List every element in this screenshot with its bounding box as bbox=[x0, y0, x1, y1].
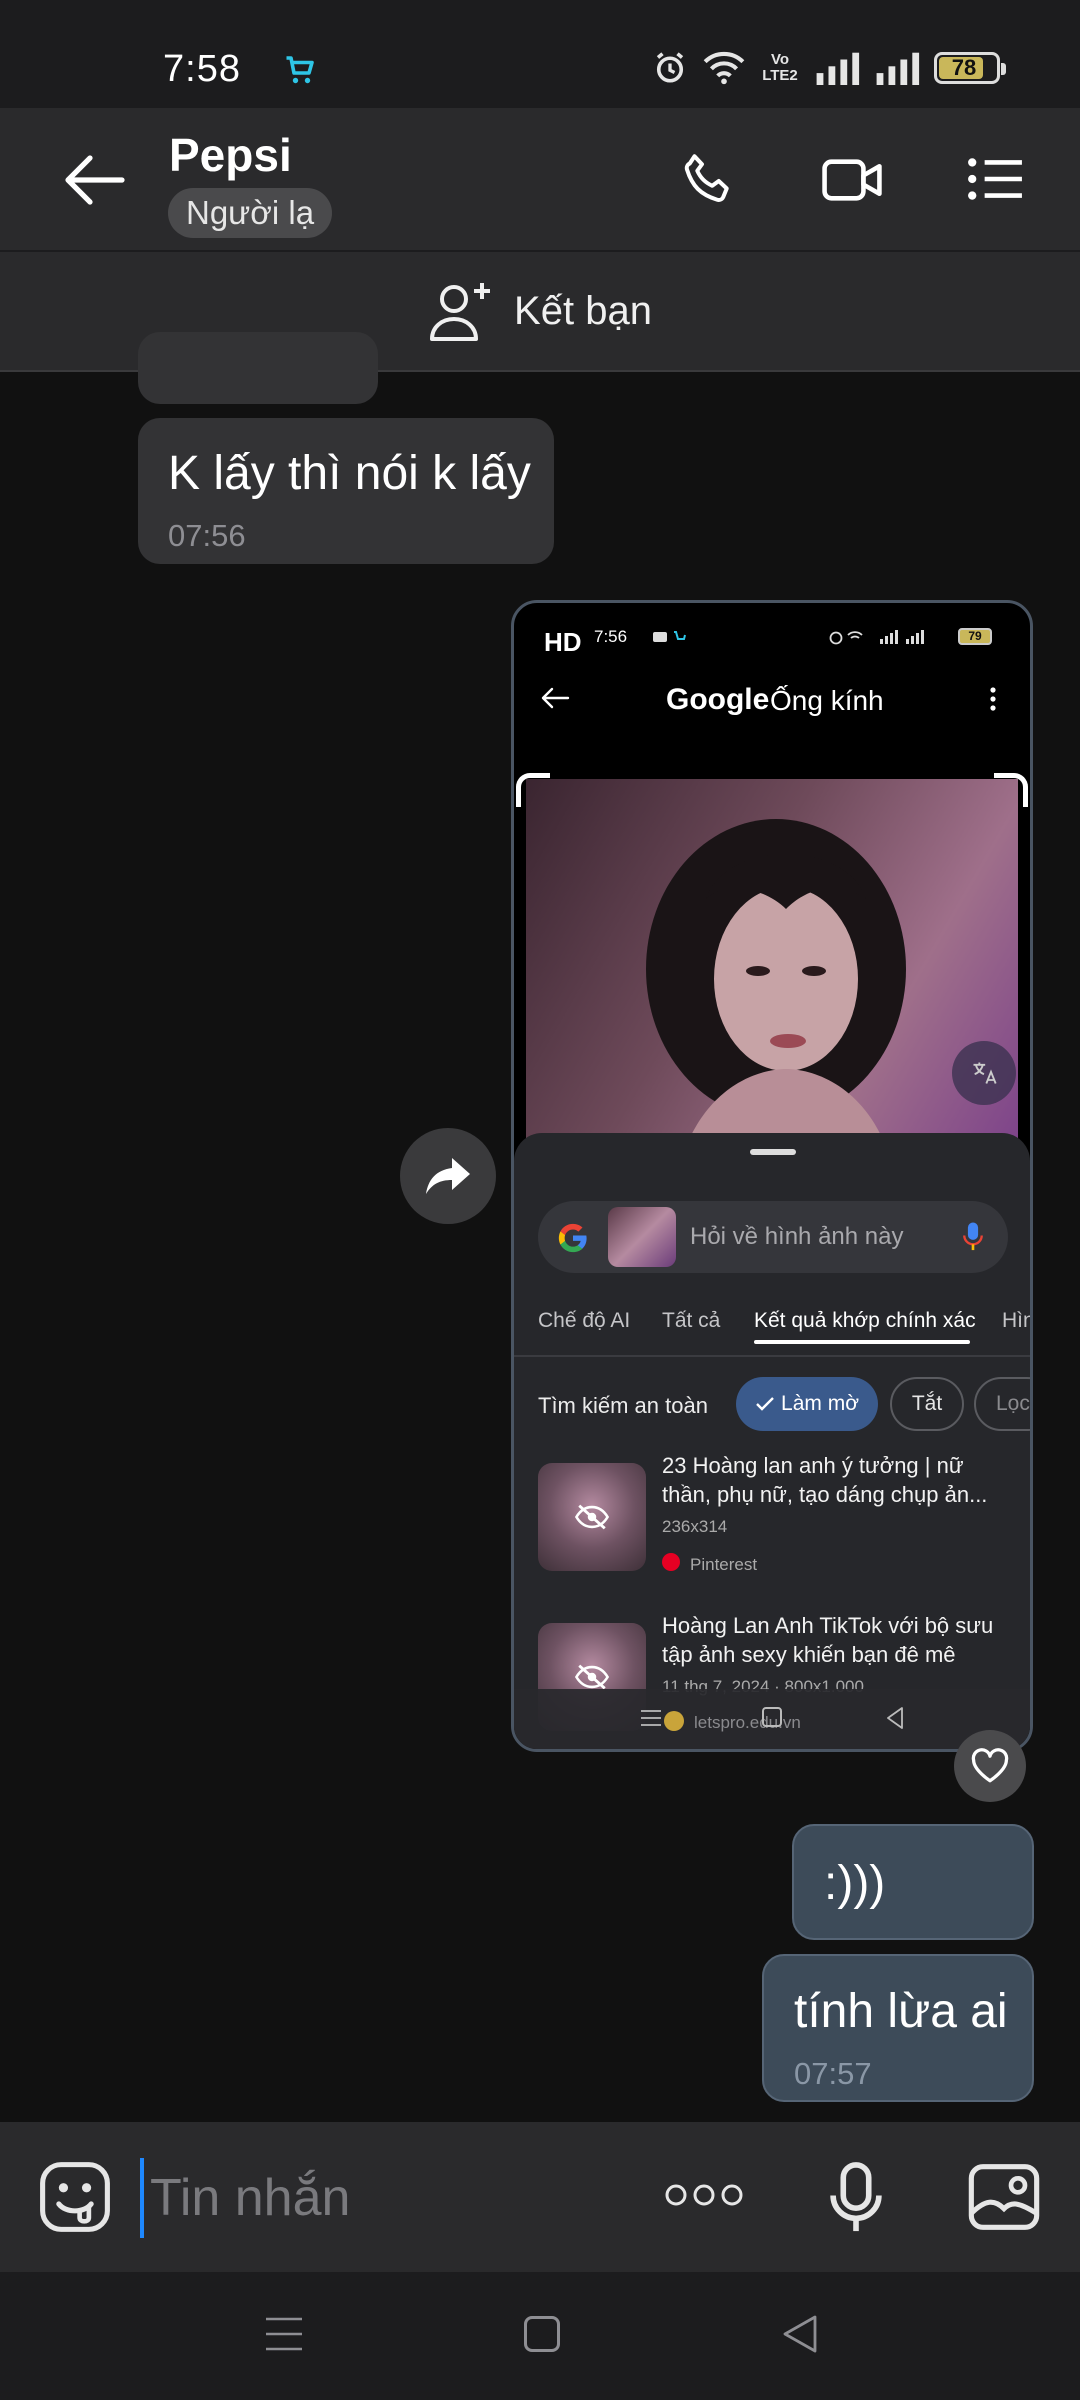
signal-icon-2 bbox=[874, 51, 920, 85]
nav-back-icon[interactable] bbox=[782, 2314, 818, 2354]
inner-more-icon bbox=[988, 685, 998, 713]
previous-message-bubble[interactable] bbox=[138, 332, 378, 404]
mic-icon bbox=[962, 1221, 984, 1253]
stranger-badge: Người lạ bbox=[168, 188, 333, 238]
result-title: 23 Hoàng lan anh ý tưởng | nữ thần, phụ … bbox=[662, 1453, 988, 1507]
lens-search-bar: Hỏi về hình ảnh này bbox=[538, 1201, 1008, 1273]
signal-icon-1 bbox=[814, 51, 860, 85]
menu-list-icon[interactable] bbox=[966, 156, 1024, 202]
sticker-emoji-icon[interactable] bbox=[38, 2160, 112, 2234]
crop-corner bbox=[994, 773, 1028, 807]
message-input-bar bbox=[0, 2122, 1080, 2272]
chip-blur-label: Làm mờ bbox=[781, 1392, 859, 1415]
phone-call-icon[interactable] bbox=[678, 150, 738, 210]
inner-nav-bar: letspro.edu.vn bbox=[514, 1689, 1030, 1749]
inner-nav-menu-icon bbox=[640, 1709, 662, 1727]
message-text: K lấy thì nói k lấy bbox=[168, 447, 531, 500]
battery-icon: 78 bbox=[934, 52, 1006, 84]
site-favicon bbox=[664, 1711, 684, 1731]
back-arrow-icon[interactable] bbox=[62, 152, 126, 208]
lens-search-placeholder: Hỏi về hình ảnh này bbox=[690, 1223, 904, 1250]
active-tab-indicator bbox=[754, 1340, 970, 1344]
inner-app-title: Ống kính bbox=[770, 685, 884, 716]
heart-icon bbox=[970, 1748, 1010, 1784]
inner-status-time: 7:56 bbox=[594, 627, 628, 646]
inner-status-icons bbox=[652, 629, 692, 645]
add-friend-icon bbox=[428, 279, 496, 343]
inner-google-brand: Google bbox=[666, 683, 770, 716]
reaction-button[interactable] bbox=[954, 1730, 1026, 1802]
message-input[interactable] bbox=[140, 2158, 620, 2238]
share-arrow-icon bbox=[424, 1155, 472, 1197]
outgoing-message-bubble[interactable]: tính lừa ai 07:57 bbox=[762, 1954, 1034, 2102]
inner-hd-label: HD bbox=[544, 627, 582, 657]
more-options-icon[interactable] bbox=[664, 2180, 744, 2210]
shopping-cart-icon bbox=[282, 52, 318, 88]
outgoing-message-bubble[interactable]: :))) bbox=[792, 1824, 1034, 1940]
result-thumbnail bbox=[538, 1463, 646, 1571]
result-source: Pinterest bbox=[690, 1555, 758, 1574]
result-source: letspro.edu.vn bbox=[694, 1713, 801, 1732]
wifi-icon bbox=[702, 50, 746, 86]
google-g-icon bbox=[556, 1221, 590, 1255]
volte-label: Vo LTE2 bbox=[762, 51, 798, 84]
search-thumbnail bbox=[608, 1207, 676, 1267]
result-title: Hoàng Lan Anh TikTok với bộ sưu tập ảnh … bbox=[662, 1613, 994, 1667]
status-time: 7:58 bbox=[163, 48, 241, 90]
translate-icon bbox=[952, 1041, 1016, 1105]
status-bar: 7:58 Vo LTE2 78 bbox=[0, 0, 1080, 108]
video-call-icon[interactable] bbox=[820, 152, 884, 208]
contact-name[interactable]: Pepsi bbox=[169, 128, 292, 182]
lens-tab-ai: Chế độ AI bbox=[538, 1309, 631, 1332]
safe-search-label: Tìm kiếm an toàn bbox=[538, 1393, 708, 1418]
inner-signal-icons bbox=[828, 629, 938, 645]
hidden-eye-icon bbox=[575, 1504, 609, 1530]
shared-screenshot-image[interactable]: HD 7:56 79 Google Ống kính Hỏi về hình ả… bbox=[511, 600, 1033, 1752]
message-time: 07:57 bbox=[794, 2056, 872, 2091]
forward-button[interactable] bbox=[400, 1128, 496, 1224]
result-size: 236x314 bbox=[662, 1517, 728, 1536]
crop-corner bbox=[516, 773, 550, 807]
system-navigation-bar bbox=[0, 2272, 1080, 2400]
message-text: tính lừa ai bbox=[794, 1985, 1008, 2038]
chip-blur: Làm mờ bbox=[736, 1377, 878, 1431]
inner-nav-home-icon bbox=[762, 1707, 782, 1727]
chip-off: Tắt bbox=[890, 1377, 964, 1431]
gallery-image-icon[interactable] bbox=[966, 2162, 1042, 2232]
inner-battery: 79 bbox=[958, 628, 992, 645]
inner-back-icon bbox=[540, 685, 570, 711]
hidden-eye-icon bbox=[575, 1664, 609, 1690]
lens-photo bbox=[526, 779, 1018, 1179]
add-friend-label: Kết bạn bbox=[514, 288, 652, 333]
nav-recents-icon[interactable] bbox=[264, 2316, 304, 2352]
alarm-icon bbox=[652, 50, 688, 86]
inner-nav-back-icon bbox=[886, 1707, 904, 1729]
sheet-handle bbox=[750, 1149, 796, 1155]
message-text: :))) bbox=[824, 1857, 886, 1910]
chat-header: Pepsi Người lạ bbox=[0, 108, 1080, 250]
message-time: 07:56 bbox=[168, 518, 246, 553]
pinterest-icon bbox=[662, 1553, 680, 1571]
lens-tab-exact: Kết quả khớp chính xác bbox=[754, 1309, 976, 1332]
lens-results-sheet: Hỏi về hình ảnh này Chế độ AI Tất cả Kết… bbox=[514, 1133, 1030, 1749]
nav-home-icon[interactable] bbox=[524, 2316, 560, 2352]
microphone-icon[interactable] bbox=[828, 2162, 884, 2234]
battery-level: 78 bbox=[951, 55, 977, 80]
incoming-message-bubble[interactable]: K lấy thì nói k lấy 07:56 bbox=[138, 418, 554, 564]
lens-tab-all: Tất cả bbox=[662, 1309, 721, 1332]
chip-filter: Lọc bbox=[974, 1377, 1030, 1431]
tabs-divider bbox=[514, 1355, 1030, 1357]
lens-tab-images: Hìn bbox=[1002, 1309, 1033, 1332]
